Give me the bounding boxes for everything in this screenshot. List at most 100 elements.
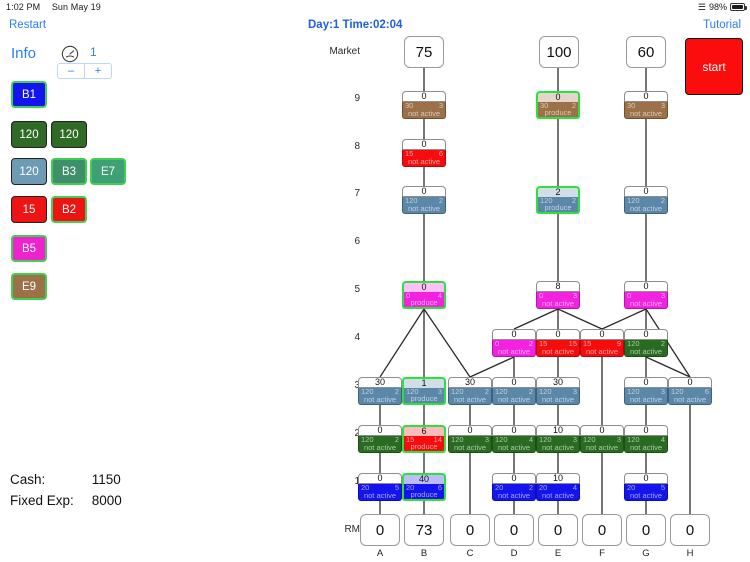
machine-tile[interactable]: B1 xyxy=(11,81,47,108)
speed-stepper[interactable]: – + xyxy=(57,63,112,79)
raw-material-box[interactable]: 0 xyxy=(670,514,710,546)
machine-node[interactable]: 30 120 2 not active xyxy=(448,377,492,405)
machine-tile[interactable]: 120 xyxy=(11,158,47,185)
machine-node[interactable]: 0 120 2 not active xyxy=(358,425,402,453)
raw-material-box[interactable]: 0 xyxy=(360,514,400,546)
raw-material-box[interactable]: 73 xyxy=(404,514,444,546)
speed-increment-button[interactable]: + xyxy=(85,64,111,78)
machine-node[interactable]: 10 120 3 not active xyxy=(536,425,580,453)
fixed-exp-value: 8000 xyxy=(91,493,122,508)
battery-percent: 98% xyxy=(708,2,727,12)
machine-node[interactable]: 0 15 9 not active xyxy=(580,329,624,357)
machine-node-body: 20 2 not active xyxy=(492,483,536,501)
machine-node[interactable]: 0 120 2 not active xyxy=(624,186,668,214)
machine-node[interactable]: 0 120 3 not active xyxy=(448,425,492,453)
machine-node-status: not active xyxy=(541,346,575,356)
graph-edge xyxy=(379,308,425,378)
machine-node-body: 120 2 not active xyxy=(448,387,492,405)
machine-tile[interactable]: B2 xyxy=(51,196,87,223)
machine-node-status: not active xyxy=(363,442,397,452)
machine-tile[interactable]: B3 xyxy=(51,158,87,185)
machine-node[interactable]: 0 20 5 not active xyxy=(624,473,668,501)
market-box[interactable]: 75 xyxy=(404,36,444,68)
machine-node[interactable]: 0 15 6 not active xyxy=(402,139,446,167)
machine-node[interactable]: 0 0 3 not active xyxy=(624,281,668,309)
machine-tile[interactable]: B5 xyxy=(11,235,47,262)
machine-node[interactable]: 0 120 2 not active xyxy=(624,329,668,357)
machine-node[interactable]: 0 120 4 not active xyxy=(492,425,536,453)
machine-node-body: 15 6 not active xyxy=(402,149,446,167)
machine-node[interactable]: 30 120 2 not active xyxy=(358,377,402,405)
machine-node[interactable]: 0 30 3 not active xyxy=(402,91,446,119)
info-button[interactable]: Info xyxy=(11,45,36,62)
machine-node[interactable]: 40 20 6 produce xyxy=(402,473,446,501)
machine-tile[interactable]: 120 xyxy=(51,121,87,148)
machine-node-body: 120 2 not active xyxy=(624,339,668,357)
battery-icon xyxy=(730,3,747,11)
machine-node[interactable]: 0 20 2 not active xyxy=(492,473,536,501)
machine-node[interactable]: 8 0 3 not active xyxy=(536,281,580,309)
machine-node-body: 120 3 not active xyxy=(536,387,580,405)
graph-edge xyxy=(423,308,471,378)
machine-node-status: not active xyxy=(407,156,441,166)
start-button[interactable]: start xyxy=(685,38,743,95)
speed-value: 1 xyxy=(90,45,97,59)
machine-node-status: not active xyxy=(407,108,441,118)
machine-node-status: not active xyxy=(363,490,397,500)
row-label: 8 xyxy=(354,141,360,152)
machine-node[interactable]: 0 0 4 produce xyxy=(402,281,446,309)
graph-edge xyxy=(645,356,691,378)
machine-node[interactable]: 0 15 15 not active xyxy=(536,329,580,357)
raw-material-box[interactable]: 0 xyxy=(582,514,622,546)
machine-tile[interactable]: 15 xyxy=(11,196,47,223)
machine-node-status: not active xyxy=(629,442,663,452)
machine-node-status: not active xyxy=(497,442,531,452)
raw-material-box[interactable]: 0 xyxy=(538,514,578,546)
machine-tile[interactable]: E7 xyxy=(90,158,126,185)
machine-node[interactable]: 0 120 6 not active xyxy=(668,377,712,405)
machine-node[interactable]: 0 20 5 not active xyxy=(358,473,402,501)
machine-node-status: not active xyxy=(541,490,575,500)
speed-decrement-button[interactable]: – xyxy=(58,64,85,78)
row-label: 3 xyxy=(300,380,360,391)
row-label: 5 xyxy=(354,284,360,295)
machine-node-status: not active xyxy=(585,346,619,356)
machine-node[interactable]: 0 30 2 produce xyxy=(536,91,580,119)
machine-node[interactable]: 0 120 3 not active xyxy=(624,377,668,405)
machine-node-body: 120 2 not active xyxy=(492,387,536,405)
machine-node[interactable]: 0 120 4 not active xyxy=(624,425,668,453)
machine-node-body: 15 9 not active xyxy=(580,339,624,357)
graph-edge xyxy=(513,308,559,330)
machine-node[interactable]: 0 120 3 not active xyxy=(580,425,624,453)
machine-node[interactable]: 0 120 2 not active xyxy=(402,186,446,214)
machine-tile[interactable]: E9 xyxy=(11,273,47,300)
raw-material-label: D xyxy=(510,548,518,559)
machine-node-status: not active xyxy=(629,394,663,404)
restart-button[interactable]: Restart xyxy=(9,19,46,31)
machine-node[interactable]: 0 0 2 not active xyxy=(492,329,536,357)
status-time: 1:02 PM xyxy=(6,2,41,12)
market-box[interactable]: 100 xyxy=(539,36,579,68)
raw-material-box[interactable]: 0 xyxy=(450,514,490,546)
row-label: 1 xyxy=(300,476,360,487)
market-box[interactable]: 60 xyxy=(626,36,666,68)
row-label: 6 xyxy=(354,236,360,247)
machine-node[interactable]: 1 120 3 produce xyxy=(402,377,446,405)
machine-node-body: 30 3 not active xyxy=(402,101,446,119)
machine-node-status: not active xyxy=(453,394,487,404)
machine-node[interactable]: 0 120 2 not active xyxy=(492,377,536,405)
machine-node-body: 20 4 not active xyxy=(536,483,580,501)
machine-node[interactable]: 30 120 3 not active xyxy=(536,377,580,405)
raw-material-box[interactable]: 0 xyxy=(626,514,666,546)
status-date: Sun May 19 xyxy=(51,2,101,12)
machine-node[interactable]: 2 120 2 produce xyxy=(536,186,580,214)
machine-node-status: produce xyxy=(410,489,438,499)
machine-node[interactable]: 6 15 14 produce xyxy=(402,425,446,453)
raw-material-box[interactable]: 0 xyxy=(494,514,534,546)
machine-node[interactable]: 10 20 4 not active xyxy=(536,473,580,501)
machine-node[interactable]: 0 30 3 not active xyxy=(624,91,668,119)
tutorial-button[interactable]: Tutorial xyxy=(703,19,741,31)
machine-tile[interactable]: 120 xyxy=(11,121,47,148)
finance-summary: Cash: 1150 Fixed Exp: 8000 xyxy=(10,472,122,514)
machine-node-body: 15 14 produce xyxy=(402,435,446,453)
